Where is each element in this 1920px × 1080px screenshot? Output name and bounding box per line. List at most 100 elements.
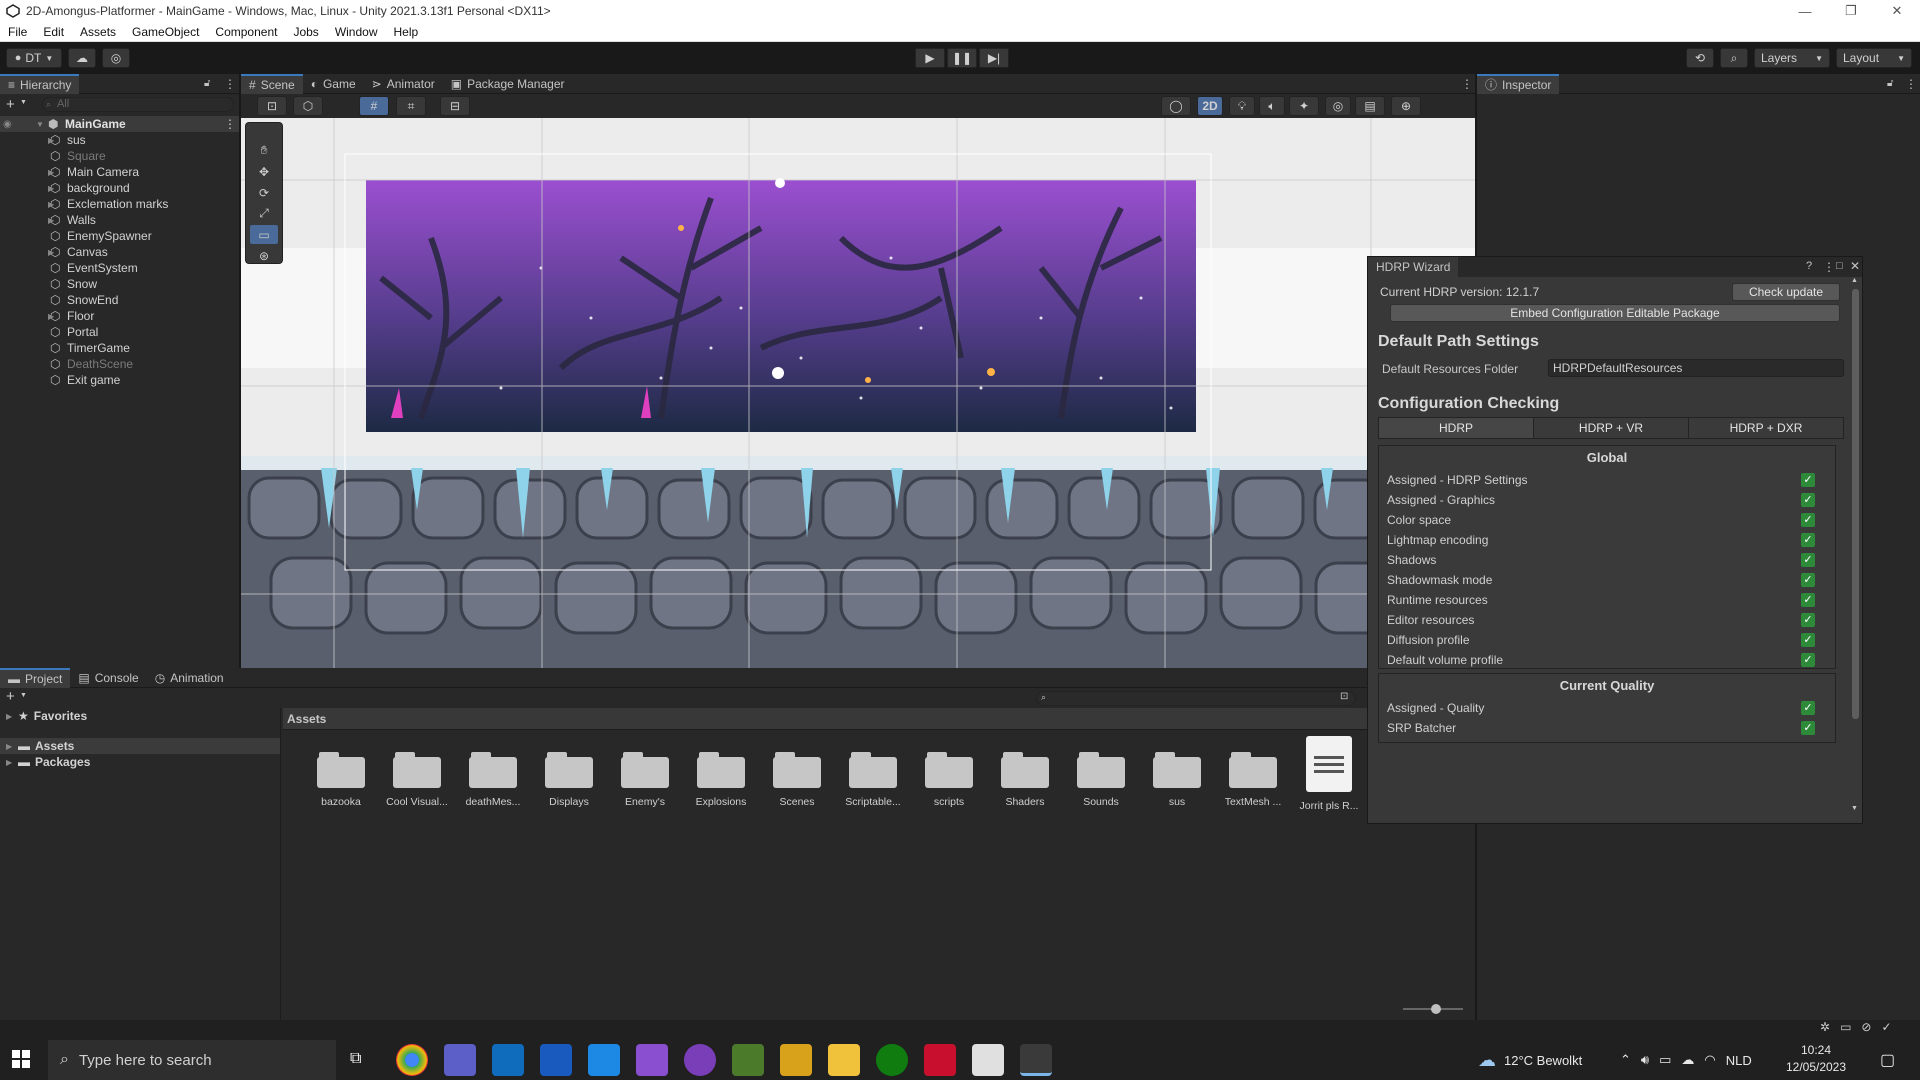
move-tool-icon[interactable]: ✥ [250, 162, 278, 181]
hierarchy-item[interactable]: ⬡ DeathScene [0, 356, 239, 372]
step-button[interactable]: ▶| [979, 48, 1009, 68]
close-icon[interactable]: ✕ [1850, 259, 1860, 273]
menu-jobs[interactable]: Jobs [285, 25, 326, 39]
scene-viewport[interactable]: ✋︎ ✥ ⟳ ⤢ ▭ ⊛ [241, 118, 1475, 668]
language-indicator[interactable]: NLD [1726, 1053, 1752, 1068]
maximize-button[interactable]: ❐ [1828, 0, 1874, 22]
lock-icon[interactable]: 🔓︎ [204, 78, 210, 89]
minecraft-icon[interactable] [732, 1044, 764, 1076]
zoom-slider[interactable] [1403, 1004, 1463, 1014]
chevron-down-icon[interactable]: ▼ [20, 99, 27, 106]
cloud-button[interactable]: ☁ [68, 48, 96, 68]
shading-mode-button[interactable]: ◯ [1161, 96, 1191, 116]
packages-folder-row[interactable]: ▶ ▬ Packages [0, 754, 280, 770]
hierarchy-search-input[interactable]: ⌕ All [42, 97, 234, 112]
blocked-icon[interactable]: ⊘ [1861, 1020, 1871, 1034]
notifications-icon[interactable]: ▢ [1880, 1050, 1895, 1070]
asset-folder[interactable]: scripts [911, 748, 987, 812]
hierarchy-item[interactable]: ▶ ⬡ Exclemation marks [0, 196, 239, 212]
hierarchy-scene-root[interactable]: ◉ ▼ ⬢ MainGame ⋮ [0, 116, 239, 132]
check-update-button[interactable]: Check update [1732, 283, 1840, 301]
tab-hdrp-vr[interactable]: HDRP + VR [1534, 418, 1689, 438]
file-explorer-icon[interactable] [828, 1044, 860, 1076]
asset-folder[interactable]: Enemy's [607, 748, 683, 812]
more-menu-icon[interactable]: ⋮ [224, 117, 236, 131]
hierarchy-item[interactable]: ⬡ TimerGame [0, 340, 239, 356]
hierarchy-item[interactable]: ⬡ EnemySpawner [0, 228, 239, 244]
unity-hub-icon[interactable] [972, 1044, 1004, 1076]
account-dropdown[interactable]: ● DT ▼ [6, 48, 62, 68]
tab-inspector[interactable]: ⓘ Inspector [1477, 73, 1560, 94]
menu-file[interactable]: File [0, 25, 35, 39]
menu-gameobject[interactable]: GameObject [124, 25, 207, 39]
search-button[interactable]: ⌕ [1720, 48, 1748, 68]
project-search-input[interactable]: ⌕ [1036, 691, 1356, 706]
tab-scene[interactable]: # Scene [241, 73, 303, 94]
start-button[interactable] [12, 1050, 30, 1068]
word-icon[interactable] [540, 1044, 572, 1076]
hierarchy-item[interactable]: ▶ ⬡ Canvas [0, 244, 239, 260]
check-circle-icon[interactable]: ✓ [1881, 1020, 1891, 1034]
tab-hierarchy[interactable]: ≡ Hierarchy [0, 73, 80, 94]
gizmos-button[interactable]: ⊕ [1391, 96, 1421, 116]
pause-button[interactable]: ❚❚ [947, 48, 977, 68]
github-desktop-icon[interactable] [684, 1044, 716, 1076]
expand-arrow-icon[interactable]: ▶ [48, 168, 54, 177]
weather-widget[interactable]: ☁ 12°C Bewolkt [1478, 1040, 1582, 1080]
expand-arrow-icon[interactable]: ▶ [6, 758, 18, 767]
hierarchy-item[interactable]: ⬡ SnowEnd [0, 292, 239, 308]
filter-icon[interactable]: ⊡ [1340, 691, 1348, 702]
scroll-down-icon[interactable]: ▼ [1851, 805, 1858, 812]
hierarchy-item[interactable]: ▶ ⬡ Main Camera [0, 164, 239, 180]
close-button[interactable]: ✕ [1874, 0, 1920, 22]
undo-history-button[interactable]: ⟲ [1686, 48, 1714, 68]
more-menu-icon[interactable]: ⋮ [1905, 77, 1917, 91]
hierarchy-item[interactable]: ⬡ EventSystem [0, 260, 239, 276]
menu-window[interactable]: Window [327, 25, 386, 39]
menu-help[interactable]: Help [386, 25, 427, 39]
display-icon[interactable]: ▭ [1840, 1020, 1851, 1034]
toggle-2d-button[interactable]: 2D [1197, 96, 1223, 116]
zoom-slider-thumb[interactable] [1431, 1004, 1441, 1014]
play-button[interactable]: ▶ [915, 48, 945, 68]
asset-folder[interactable]: Shaders [987, 748, 1063, 812]
transform-tool-icon[interactable]: ⊛ [250, 246, 278, 265]
outlook-icon[interactable] [492, 1044, 524, 1076]
more-menu-icon[interactable]: ⋮ [1823, 260, 1835, 274]
onedrive-icon[interactable]: ☁ [1681, 1052, 1694, 1068]
lock-icon[interactable]: 🔓︎ [1887, 78, 1893, 89]
lighting-toggle[interactable]: 💡︎ [1229, 96, 1255, 116]
battery-icon[interactable]: ▭ [1659, 1052, 1671, 1068]
breadcrumb-assets[interactable]: Assets [287, 712, 326, 726]
menu-edit[interactable]: Edit [35, 25, 72, 39]
add-icon[interactable]: + [6, 688, 15, 705]
expand-arrow-icon[interactable]: ▶ [6, 712, 18, 721]
game-launcher-icon[interactable] [924, 1044, 956, 1076]
wizard-scrollbar[interactable]: ▲ ▼ [1850, 277, 1860, 821]
expand-arrow-icon[interactable]: ▶ [48, 312, 54, 321]
tab-package-manager[interactable]: ▣ Package Manager [443, 74, 573, 94]
hierarchy-item[interactable]: ▶ ⬡ background [0, 180, 239, 196]
asset-folder[interactable]: bazooka [303, 748, 379, 812]
assets-folder-row[interactable]: ▶ ▬ Assets [0, 738, 280, 754]
hierarchy-item[interactable]: ⬡ Snow [0, 276, 239, 292]
hidden-objects-toggle[interactable]: ◎ [1325, 96, 1351, 116]
menu-component[interactable]: Component [207, 25, 285, 39]
hierarchy-item[interactable]: ▶ ⬡ sus [0, 132, 239, 148]
expand-arrow-icon[interactable]: ▶ [48, 184, 54, 193]
tab-game[interactable]: ◐ Game [303, 74, 364, 94]
volume-icon[interactable]: 🔊︎ [1641, 1052, 1649, 1068]
maximize-icon[interactable]: □ [1836, 260, 1843, 272]
hierarchy-item[interactable]: ▶ ⬡ Walls [0, 212, 239, 228]
favorites-row[interactable]: ▶ ★ Favorites [0, 708, 280, 724]
effects-toggle[interactable]: ✦ [1289, 96, 1319, 116]
asset-folder[interactable]: Cool Visual... [379, 748, 455, 812]
scrollbar-thumb[interactable] [1852, 289, 1859, 719]
task-view-icon[interactable]: ⧉ [350, 1050, 361, 1068]
tab-animation[interactable]: ◷ Animation [147, 668, 232, 688]
visibility-eye-icon[interactable]: ◉ [3, 119, 12, 130]
clock[interactable]: 10:24 12/05/2023 [1778, 1042, 1854, 1076]
resources-folder-input[interactable]: HDRPDefaultResources [1548, 359, 1844, 377]
embed-config-button[interactable]: Embed Configuration Editable Package [1390, 304, 1840, 322]
expand-arrow-icon[interactable]: ▶ [48, 200, 54, 209]
